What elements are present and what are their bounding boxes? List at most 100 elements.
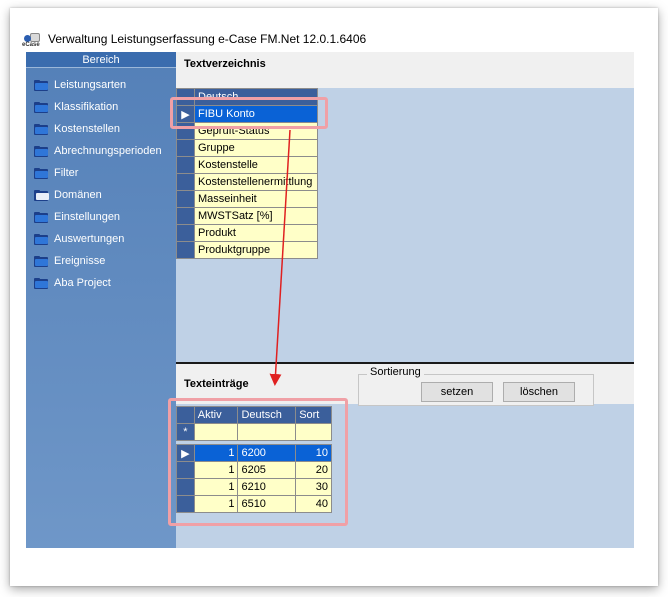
sidebar-item-label: Kostenstellen bbox=[54, 123, 121, 135]
row-selector[interactable] bbox=[176, 156, 195, 174]
table-cell-aktiv[interactable]: 1 bbox=[193, 461, 239, 479]
sidebar-item-abrechnungsperioden[interactable]: Abrechnungsperioden bbox=[26, 140, 176, 162]
table-cell-deutsch[interactable]: 6205 bbox=[237, 461, 297, 479]
row-selector[interactable] bbox=[176, 478, 195, 496]
table-row[interactable]: Produktgruppe bbox=[176, 241, 318, 259]
sidebar-item-label: Abrechnungsperioden bbox=[54, 145, 162, 157]
setzen-button[interactable]: setzen bbox=[421, 382, 493, 402]
table-row[interactable]: 1 6510 40 bbox=[176, 495, 332, 513]
table-cell[interactable] bbox=[295, 423, 332, 441]
sidebar-item-label: Filter bbox=[54, 167, 79, 179]
table-cell-sort[interactable]: 10 bbox=[295, 444, 332, 462]
texteintraege-title: Texteinträge bbox=[184, 378, 249, 390]
sidebar-item-kostenstellen[interactable]: Kostenstellen bbox=[26, 118, 176, 140]
sidebar: Bereich Leistungsarten Klassifikation Ko… bbox=[26, 52, 176, 548]
folder-icon bbox=[34, 211, 48, 223]
table-cell-deutsch[interactable]: 6210 bbox=[237, 478, 297, 496]
column-header-aktiv[interactable]: Aktiv bbox=[193, 406, 239, 424]
table-row[interactable]: Masseinheit bbox=[176, 190, 318, 208]
new-row[interactable]: * bbox=[176, 423, 332, 441]
table-cell[interactable]: Kostenstellenermittlung bbox=[194, 173, 318, 191]
table-cell[interactable]: Produkt bbox=[194, 224, 318, 242]
row-selector[interactable] bbox=[176, 207, 195, 225]
table-cell[interactable]: Gruppe bbox=[194, 139, 318, 157]
table-cell-aktiv[interactable]: 1 bbox=[193, 444, 239, 462]
table-row[interactable]: 1 6205 20 bbox=[176, 461, 332, 479]
sidebar-item-filter[interactable]: Filter bbox=[26, 162, 176, 184]
table-row[interactable]: ▶ FIBU Konto bbox=[176, 105, 318, 123]
table-cell[interactable]: Geprüft-Status bbox=[194, 122, 318, 140]
table-cell-sort[interactable]: 30 bbox=[295, 478, 332, 496]
table-row[interactable]: Geprüft-Status bbox=[176, 122, 318, 140]
loeschen-button[interactable]: löschen bbox=[503, 382, 575, 402]
sidebar-item-label: Leistungsarten bbox=[54, 79, 127, 91]
row-selector[interactable] bbox=[176, 190, 195, 208]
column-header-deutsch[interactable]: Deutsch bbox=[194, 88, 318, 106]
sidebar-item-label: Domänen bbox=[54, 189, 102, 201]
sortierung-legend: Sortierung bbox=[367, 366, 424, 378]
main-panel: Textverzeichnis Deutsch ▶ FIBU Konto Gep… bbox=[176, 52, 634, 548]
table-cell[interactable]: Masseinheit bbox=[194, 190, 318, 208]
row-selector[interactable] bbox=[176, 495, 195, 513]
sidebar-item-klassifikation[interactable]: Klassifikation bbox=[26, 96, 176, 118]
table-cell[interactable] bbox=[237, 423, 297, 441]
row-selector[interactable] bbox=[176, 461, 195, 479]
table-row[interactable]: MWSTSatz [%] bbox=[176, 207, 318, 225]
sidebar-item-domaenen[interactable]: Domänen bbox=[26, 184, 176, 206]
row-selector[interactable] bbox=[176, 241, 195, 259]
title-bar: eCase Verwaltung Leistungserfassung e-Ca… bbox=[22, 28, 668, 50]
table-cell-sort[interactable]: 20 bbox=[295, 461, 332, 479]
table-cell[interactable] bbox=[193, 423, 239, 441]
new-row-icon[interactable]: * bbox=[176, 423, 195, 441]
table-cell[interactable]: MWSTSatz [%] bbox=[194, 207, 318, 225]
row-selector[interactable] bbox=[176, 173, 195, 191]
table-row[interactable]: 1 6210 30 bbox=[176, 478, 332, 496]
current-row-indicator-icon[interactable]: ▶ bbox=[176, 444, 195, 462]
table-row[interactable]: Kostenstelle bbox=[176, 156, 318, 174]
textverzeichnis-grid[interactable]: Deutsch ▶ FIBU Konto Geprüft-Status Grup… bbox=[176, 88, 318, 259]
sidebar-item-leistungsarten[interactable]: Leistungsarten bbox=[26, 74, 176, 96]
column-header-deutsch[interactable]: Deutsch bbox=[237, 406, 297, 424]
table-row[interactable]: Gruppe bbox=[176, 139, 318, 157]
window-title: Verwaltung Leistungserfassung e-Case FM.… bbox=[48, 32, 367, 46]
table-cell[interactable]: Kostenstelle bbox=[194, 156, 318, 174]
folder-icon bbox=[34, 277, 48, 289]
sidebar-item-label: Auswertungen bbox=[54, 233, 125, 245]
column-header-sort[interactable]: Sort bbox=[295, 406, 332, 424]
row-selector[interactable] bbox=[176, 224, 195, 242]
folder-icon bbox=[34, 79, 48, 91]
sidebar-item-label: Einstellungen bbox=[54, 211, 121, 223]
sidebar-item-auswertungen[interactable]: Auswertungen bbox=[26, 228, 176, 250]
sidebar-item-label: Ereignisse bbox=[54, 255, 106, 267]
sortierung-group: Sortierung setzen löschen bbox=[358, 366, 594, 406]
table-row[interactable]: Kostenstellenermittlung bbox=[176, 173, 318, 191]
table-cell-deutsch[interactable]: 6510 bbox=[237, 495, 297, 513]
row-selector[interactable] bbox=[176, 122, 195, 140]
folder-icon bbox=[34, 233, 48, 245]
table-row[interactable]: ▶ 1 6200 10 bbox=[176, 444, 332, 462]
table-cell-aktiv[interactable]: 1 bbox=[193, 478, 239, 496]
folder-icon bbox=[34, 123, 48, 135]
table-row[interactable]: Produkt bbox=[176, 224, 318, 242]
current-row-indicator-icon[interactable]: ▶ bbox=[176, 105, 195, 123]
sidebar-item-label: Klassifikation bbox=[54, 101, 119, 113]
row-selector-header bbox=[176, 406, 195, 424]
row-selector[interactable] bbox=[176, 139, 195, 157]
sidebar-item-label: Aba Project bbox=[54, 277, 111, 289]
open-folder-icon bbox=[34, 189, 49, 201]
table-cell[interactable]: FIBU Konto bbox=[194, 105, 318, 123]
sidebar-item-aba-project[interactable]: Aba Project bbox=[26, 272, 176, 294]
grid-header-row: Deutsch bbox=[176, 88, 318, 106]
app-icon: eCase bbox=[22, 31, 42, 48]
table-cell-sort[interactable]: 40 bbox=[295, 495, 332, 513]
texteintraege-grid[interactable]: Aktiv Deutsch Sort * ▶ 1 6200 10 1 6205 … bbox=[176, 406, 332, 513]
folder-icon bbox=[34, 255, 48, 267]
table-cell-deutsch[interactable]: 6200 bbox=[237, 444, 297, 462]
grid-header-row: Aktiv Deutsch Sort bbox=[176, 406, 332, 424]
table-cell-aktiv[interactable]: 1 bbox=[193, 495, 239, 513]
sidebar-item-einstellungen[interactable]: Einstellungen bbox=[26, 206, 176, 228]
textverzeichnis-header: Textverzeichnis bbox=[176, 52, 634, 88]
table-cell[interactable]: Produktgruppe bbox=[194, 241, 318, 259]
sidebar-header[interactable]: Bereich bbox=[26, 52, 176, 68]
sidebar-item-ereignisse[interactable]: Ereignisse bbox=[26, 250, 176, 272]
